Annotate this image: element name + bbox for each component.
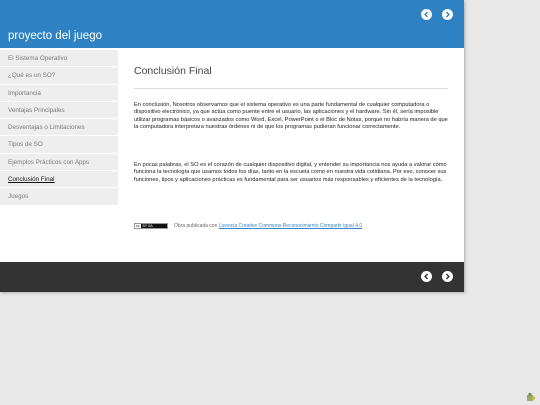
prev-page-button[interactable]: [421, 9, 432, 20]
sidebar-item-que-es-un-so[interactable]: ¿Qué es un SO?: [0, 67, 118, 85]
sidebar-item-el-sistema-operativo[interactable]: El Sistema Operativo: [0, 50, 118, 68]
sidebar-item-importancia[interactable]: Importancia: [0, 85, 118, 102]
sidebar-item-ejemplos[interactable]: Ejemplos Prácticos con Apps: [0, 154, 118, 172]
license-link[interactable]: Licencia Creative Commons Reconocimiento…: [219, 223, 362, 229]
title-divider: [134, 88, 448, 89]
sidebar-list: El Sistema Operativo ¿Qué es un SO? Impo…: [0, 50, 118, 206]
cc-badge-text: BY SA: [142, 224, 153, 228]
footer-bar: [0, 262, 464, 292]
sidebar-item-juegos[interactable]: Juegos: [0, 188, 118, 206]
page-title: Conclusión Final: [134, 65, 212, 77]
sidebar-item-ventajas[interactable]: Ventajas Principales: [0, 102, 118, 120]
cc-license-badge[interactable]: cc BY SA: [134, 223, 168, 229]
footer-prev-button[interactable]: [421, 271, 432, 282]
footer-next-button[interactable]: [442, 271, 453, 282]
puzzle-icon[interactable]: [526, 392, 536, 402]
sidebar-item-tipos-de-so[interactable]: Tipos de SO: [0, 136, 118, 154]
cc-logo: cc: [135, 224, 141, 228]
chevron-left-icon: [424, 11, 429, 18]
chevron-left-icon: [424, 273, 429, 280]
sidebar-item-conclusion[interactable]: Conclusión Final: [0, 171, 118, 189]
sidebar-item-desventajas[interactable]: Desventajas o Limitaciones: [0, 119, 118, 137]
chevron-right-icon: [445, 11, 450, 18]
sidebar-nav: El Sistema Operativo ¿Qué es un SO? Impo…: [0, 50, 118, 206]
paragraph-2: En pocas palabras, el SO es el corazón d…: [134, 162, 447, 183]
header-bar: proyecto del juego: [0, 0, 464, 48]
chevron-right-icon: [445, 273, 450, 280]
page-frame: proyecto del juego El Sistema Operativo …: [0, 0, 464, 292]
next-page-button[interactable]: [442, 9, 453, 20]
site-title: proyecto del juego: [8, 30, 102, 42]
main-content: Conclusión Final En conclusión, Nosotros…: [134, 50, 448, 260]
license-prefix: Obra publicada con: [174, 223, 218, 229]
license-line: cc BY SA Obra publicada con Licencia Cre…: [134, 223, 362, 229]
paragraph-1: En conclusión, Nosotros observamos que e…: [134, 102, 448, 131]
